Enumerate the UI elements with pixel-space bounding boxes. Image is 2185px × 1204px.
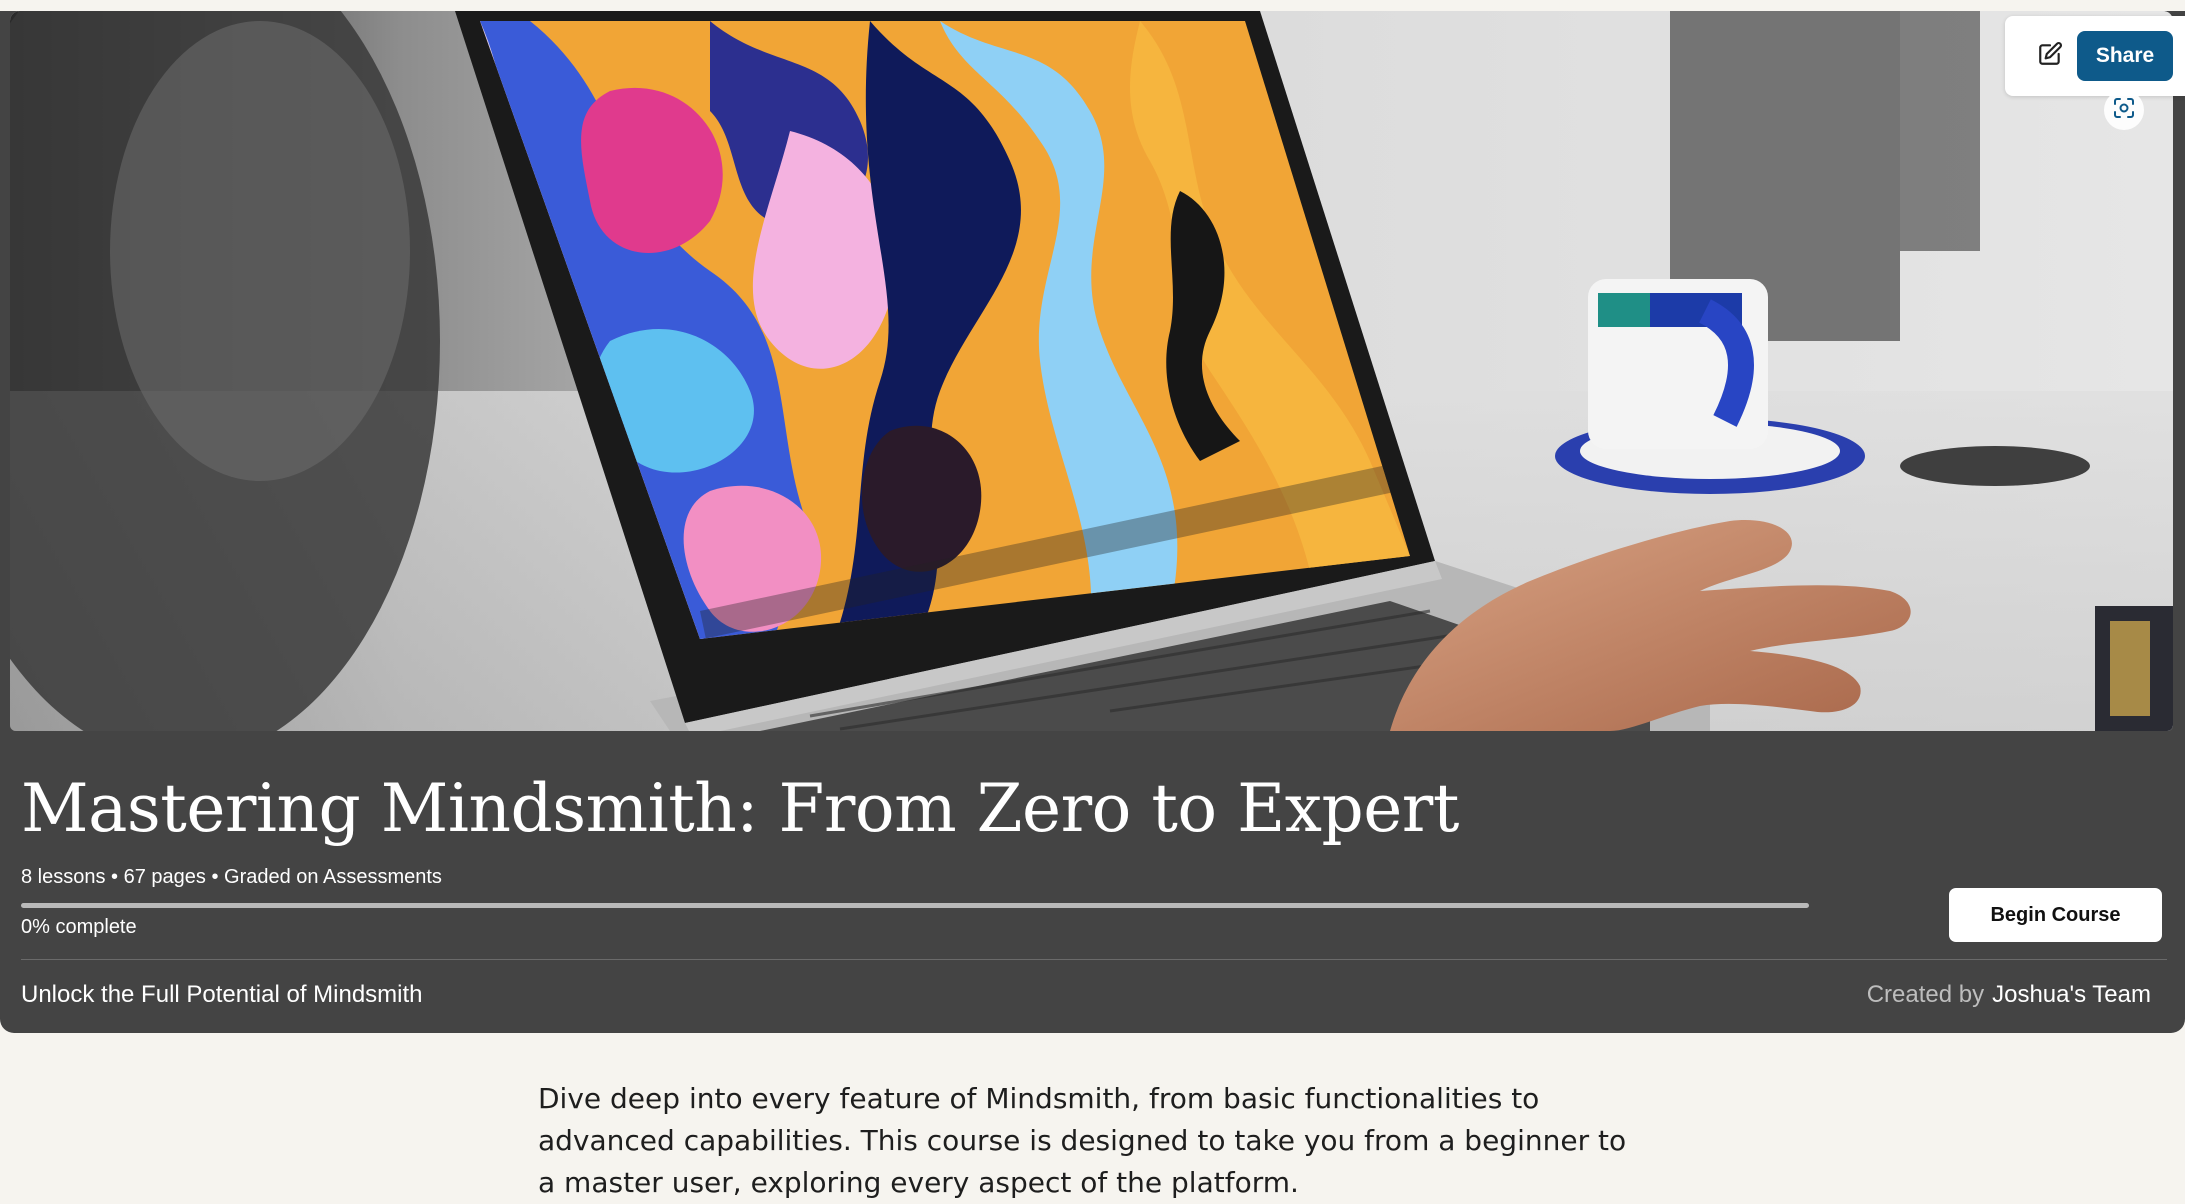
progress-bar [21, 903, 1809, 908]
focus-button[interactable] [2104, 90, 2144, 130]
creator-info: Created by Joshua's Team [1867, 981, 2151, 1009]
course-subtitle: Unlock the Full Potential of Mindsmith [21, 981, 423, 1008]
course-title: Mastering Mindsmith: From Zero to Expert [21, 770, 1459, 847]
hero-toolbar: Share [2005, 16, 2185, 96]
focus-frame-icon [2112, 96, 2136, 125]
top-strip [0, 0, 2185, 11]
progress-label: 0% complete [21, 916, 137, 938]
edit-button[interactable] [2030, 36, 2070, 76]
divider [21, 959, 2167, 960]
creator-name: Joshua's Team [1992, 981, 2151, 1008]
created-by-label: Created by [1866, 981, 1985, 1008]
begin-course-button[interactable]: Begin Course [1949, 888, 2162, 942]
pencil-square-icon [2037, 41, 2063, 72]
course-meta: 8 lessons • 67 pages • Graded on Assessm… [21, 866, 442, 888]
share-button[interactable]: Share [2077, 31, 2173, 81]
hero-image [10, 11, 2173, 731]
course-description: Dive deep into every feature of Mindsmit… [538, 1082, 1627, 1199]
